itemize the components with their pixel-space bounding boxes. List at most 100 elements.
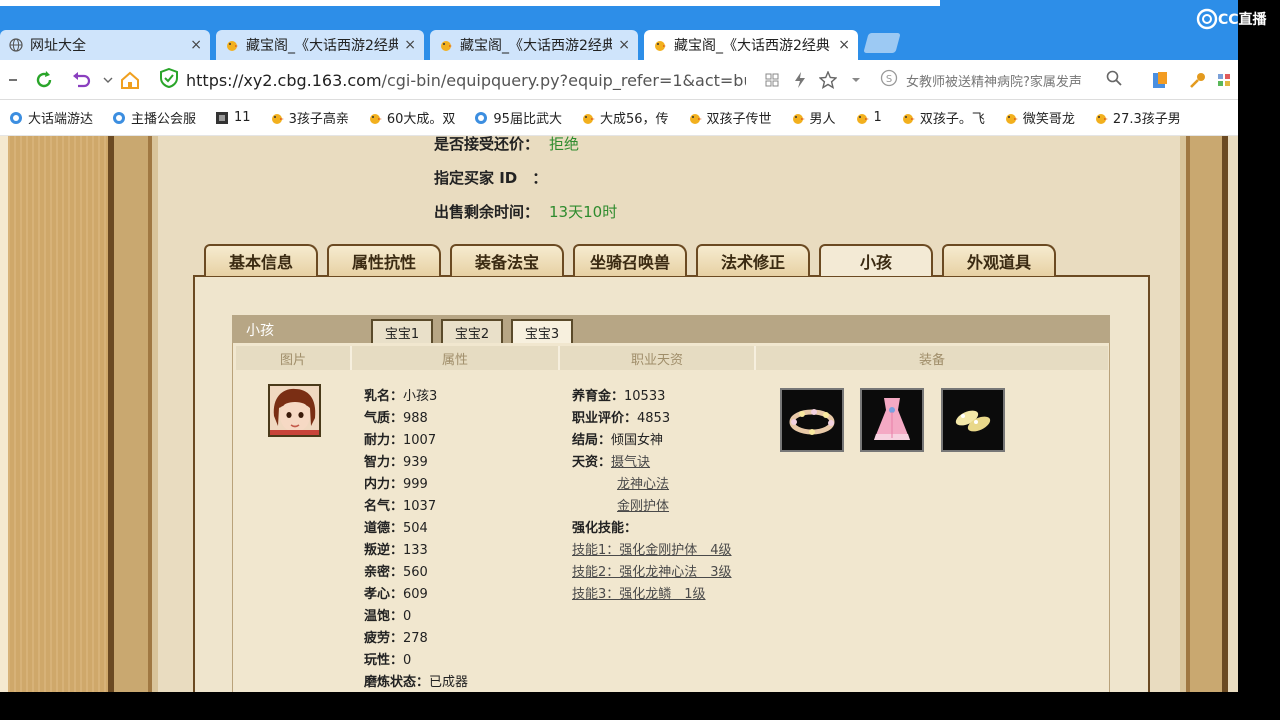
skill-row: 技能2：强化龙神心法 3级 xyxy=(572,561,732,580)
score-value: 4853 xyxy=(637,411,671,426)
star-icon[interactable] xyxy=(816,68,840,92)
bookmark-item[interactable]: 27.3孩子男 xyxy=(1093,108,1181,127)
new-tab-button[interactable] xyxy=(863,33,901,53)
close-icon[interactable]: × xyxy=(404,37,416,53)
bookmark-item[interactable]: 男人 xyxy=(790,108,836,127)
attribute-value: 609 xyxy=(403,587,428,602)
equipment-slot-wreath[interactable] xyxy=(780,388,844,452)
bookmark-item[interactable]: 双孩子。飞 xyxy=(900,108,985,127)
url-path: /cgi-bin/equipquery.py?equip_refer=1&act… xyxy=(381,70,746,90)
talent-link[interactable]: 摄气诀 xyxy=(611,455,650,470)
bookmark-label: 60大成。双 xyxy=(386,112,456,127)
sub-tab-baby-3[interactable]: 宝宝3 xyxy=(511,319,573,343)
url-host: https://xy2.cbg.163.com xyxy=(186,70,382,90)
url-text: https://xy2.cbg.163.com/cgi-bin/equipque… xyxy=(186,71,746,90)
undo-icon[interactable] xyxy=(70,68,94,92)
tab-child[interactable]: 小孩 xyxy=(819,244,933,276)
chevron-down-icon[interactable] xyxy=(96,68,120,92)
talent-link[interactable]: 金刚护体 xyxy=(617,499,669,514)
sub-tab-baby-2[interactable]: 宝宝2 xyxy=(441,319,503,343)
bookmark-label: 27.3孩子男 xyxy=(1112,112,1181,127)
score-label: 职业评价： xyxy=(572,411,638,426)
tab-attributes[interactable]: 属性抗性 xyxy=(327,244,441,276)
attribute-row: 温饱：0 xyxy=(364,605,411,624)
talent-row: 龙神心法 xyxy=(617,473,669,492)
bookmark-item[interactable]: 3孩子高亲 xyxy=(269,108,349,127)
attribute-value: 939 xyxy=(403,455,428,470)
tab-basic-info[interactable]: 基本信息 xyxy=(204,244,318,276)
attribute-row: 名气：1037 xyxy=(364,495,436,514)
skills-label: 强化技能： xyxy=(572,521,638,536)
extension-icon[interactable] xyxy=(1148,68,1172,92)
browser-tab-4[interactable]: 藏宝阁_《大话西游2经典 × xyxy=(644,30,858,60)
close-icon[interactable]: × xyxy=(190,37,202,53)
bookmark-item[interactable]: 1 xyxy=(854,110,882,125)
sub-tab-baby-1[interactable]: 宝宝1 xyxy=(371,319,433,343)
skill-link[interactable]: 技能3：强化龙鳞 1级 xyxy=(572,587,706,602)
search-input[interactable]: S 女教师被送精神病院?家属发声 xyxy=(880,67,1130,93)
attribute-label: 乳名： xyxy=(364,389,404,404)
column-header-image: 图片 xyxy=(236,346,352,370)
tab-spells[interactable]: 法术修正 xyxy=(696,244,810,276)
home-icon[interactable] xyxy=(118,68,142,92)
back-icon[interactable] xyxy=(0,68,24,92)
bookmark-label: 大话端游达 xyxy=(28,112,94,127)
cc-logo-icon xyxy=(1196,8,1218,30)
close-icon[interactable]: × xyxy=(618,37,630,53)
browser-tab-1[interactable]: 网址大全 × xyxy=(0,30,210,60)
grid-icon[interactable] xyxy=(760,68,784,92)
column-header-career: 职业天资 xyxy=(560,346,756,370)
attribute-row: 内力：999 xyxy=(364,473,428,492)
raise-label: 养育金： xyxy=(572,389,625,404)
address-bar[interactable]: https://xy2.cbg.163.com/cgi-bin/equipque… xyxy=(160,66,780,94)
attribute-row: 气质：988 xyxy=(364,407,428,426)
ending-value: 倾国女神 xyxy=(611,433,664,448)
grid-icon[interactable] xyxy=(1212,68,1236,92)
bookmark-label: 大成56，传 xyxy=(599,112,669,127)
skill-link[interactable]: 技能2：强化龙神心法 3级 xyxy=(572,565,732,580)
chevron-down-icon[interactable] xyxy=(844,68,868,92)
bookmark-item[interactable]: 主播公会服 xyxy=(111,108,196,127)
svg-text:S: S xyxy=(886,74,892,85)
raise-row: 养育金：10533 xyxy=(572,385,665,404)
bookmark-item[interactable]: 大成56，传 xyxy=(580,108,669,127)
attribute-row: 叛逆：133 xyxy=(364,539,428,558)
score-row: 职业评价：4853 xyxy=(572,407,670,426)
time-left-row: 出售剩余时间： 13天10时 xyxy=(434,201,617,222)
refresh-icon[interactable] xyxy=(32,68,56,92)
browser-tab-3[interactable]: 藏宝阁_《大话西游2经典 × xyxy=(430,30,638,60)
lightning-icon[interactable] xyxy=(788,68,812,92)
tab-strip: 网址大全 × 藏宝阁_《大话西游2经典 × 藏宝阁_《大话西游2经典 × 藏宝阁… xyxy=(0,0,1238,60)
bookmark-item[interactable]: 11 xyxy=(214,110,251,125)
attribute-label: 智力： xyxy=(364,455,404,470)
skill-link[interactable]: 技能1：强化金刚护体 4级 xyxy=(572,543,732,558)
attribute-row: 智力：939 xyxy=(364,451,428,470)
bookmark-item[interactable]: 95届比武大 xyxy=(473,108,562,127)
tab-mounts[interactable]: 坐骑召唤兽 xyxy=(573,244,687,276)
close-icon[interactable]: × xyxy=(838,37,850,53)
attribute-label: 疲劳： xyxy=(364,631,404,646)
accept-offer-label: 是否接受还价： xyxy=(434,135,540,153)
search-icon[interactable] xyxy=(1106,70,1122,90)
bookmark-item[interactable]: 双孩子传世 xyxy=(687,108,772,127)
tab-appearance[interactable]: 外观道具 xyxy=(942,244,1056,276)
cc-logo: CC直播 xyxy=(1196,8,1267,30)
browser-tab-2[interactable]: 藏宝阁_《大话西游2经典 × xyxy=(216,30,424,60)
bookmark-label: 主播公会服 xyxy=(131,112,197,127)
bookmark-label: 微笑哥龙 xyxy=(1022,112,1075,127)
equipment-slot-dress[interactable] xyxy=(860,388,924,452)
tab-label: 藏宝阁_《大话西游2经典 xyxy=(246,38,399,54)
browser-window: 网址大全 × 藏宝阁_《大话西游2经典 × 藏宝阁_《大话西游2经典 × 藏宝阁… xyxy=(0,0,1238,692)
equipment-slot-shoes[interactable] xyxy=(941,388,1005,452)
bookmark-item[interactable]: 60大成。双 xyxy=(367,108,456,127)
bookmark-item[interactable]: 微笑哥龙 xyxy=(1003,108,1075,127)
key-icon[interactable] xyxy=(1186,68,1210,92)
tab-equipment[interactable]: 装备法宝 xyxy=(450,244,564,276)
attribute-row: 道德：504 xyxy=(364,517,428,536)
bookmark-item[interactable]: 大话端游达 xyxy=(8,108,93,127)
talent-link[interactable]: 龙神心法 xyxy=(617,477,669,492)
attribute-value: 已成器 xyxy=(429,675,469,690)
attribute-value: 133 xyxy=(403,543,428,558)
page-edge xyxy=(0,136,8,692)
cloud-icon xyxy=(8,111,24,125)
